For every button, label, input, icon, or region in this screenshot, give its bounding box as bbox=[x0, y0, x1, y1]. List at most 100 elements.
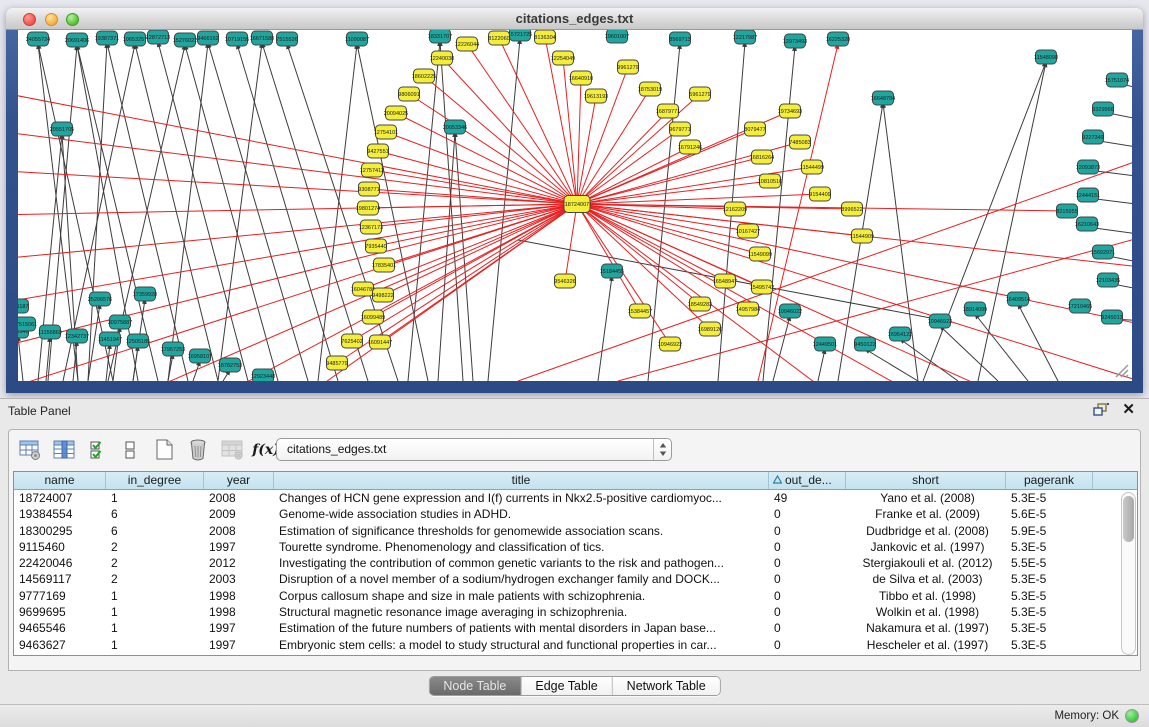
svg-text:8079477: 8079477 bbox=[744, 127, 765, 133]
table-row[interactable]: 946554611997Estimation of the future num… bbox=[14, 620, 1137, 636]
table-cell: Estimation of significance thresholds fo… bbox=[274, 523, 769, 539]
svg-text:8215955: 8215955 bbox=[1056, 209, 1077, 215]
table-cell: 5.3E-5 bbox=[1006, 571, 1093, 587]
table-toolbar: f(x) citations_edges.txt bbox=[9, 430, 1140, 470]
table-cell: Structural magnetic resonance image aver… bbox=[274, 604, 769, 620]
table-row[interactable]: 2242004622012Investigating the contribut… bbox=[14, 555, 1137, 571]
memory-status-label: Memory: OK bbox=[1054, 710, 1119, 722]
svg-text:7625402: 7625402 bbox=[341, 339, 362, 345]
table-cell: Yano et al. (2008) bbox=[846, 490, 1006, 506]
svg-text:9466162: 9466162 bbox=[197, 36, 218, 42]
canvas-resize-grip[interactable] bbox=[1116, 365, 1128, 377]
table-row[interactable]: 1830029562008Estimation of significance … bbox=[14, 523, 1137, 539]
table-cell: 22420046 bbox=[14, 555, 106, 571]
svg-text:20551705: 20551705 bbox=[50, 127, 74, 133]
svg-text:19801274: 19801274 bbox=[356, 206, 380, 212]
clear-checks-button[interactable] bbox=[117, 437, 143, 463]
chevron-updown-icon bbox=[653, 439, 671, 460]
table-panel-titlebar: Table Panel ✕ bbox=[0, 399, 1149, 423]
svg-text:30975887: 30975887 bbox=[108, 320, 132, 326]
column-header-short[interactable]: short bbox=[846, 472, 1006, 489]
svg-text:12754101: 12754101 bbox=[374, 130, 398, 136]
delete-table-button[interactable] bbox=[219, 437, 245, 463]
svg-text:18724007: 18724007 bbox=[565, 202, 589, 208]
table-row[interactable]: 977716911998Corpus callosum shape and si… bbox=[14, 588, 1137, 604]
table-cell: Changes of HCN gene expression and I(f) … bbox=[274, 490, 769, 506]
close-panel-icon[interactable]: ✕ bbox=[1122, 402, 1135, 418]
tab-network-table[interactable]: Network Table bbox=[613, 677, 720, 695]
svg-text:15384457: 15384457 bbox=[628, 309, 652, 315]
column-header-title[interactable]: title bbox=[274, 472, 769, 489]
table-cell: 0 bbox=[769, 620, 846, 636]
table-cell: 5.6E-5 bbox=[1006, 506, 1093, 522]
scrollbar-thumb[interactable] bbox=[1123, 496, 1134, 542]
table-cell: 0 bbox=[769, 555, 846, 571]
table-row[interactable]: 1456911722003Disruption of a novel membe… bbox=[14, 571, 1137, 587]
table-cell: Stergiakouli et al. (2012) bbox=[846, 555, 1006, 571]
svg-text:8122060: 8122060 bbox=[488, 36, 509, 42]
column-header-name[interactable]: name bbox=[14, 472, 106, 489]
network-window: citations_edges.txt 24055724206914061938… bbox=[6, 8, 1143, 393]
svg-text:19613193: 19613193 bbox=[584, 94, 608, 100]
svg-text:18753019: 18753019 bbox=[638, 87, 662, 93]
table-cell: Nakamura et al. (1997) bbox=[846, 620, 1006, 636]
table-cell: 0 bbox=[769, 604, 846, 620]
svg-text:17359928: 17359928 bbox=[133, 292, 157, 298]
table-cell: 0 bbox=[769, 506, 846, 522]
window-title-bar[interactable]: citations_edges.txt bbox=[6, 8, 1143, 30]
table-row[interactable]: 911546021997Tourette syndrome. Phenomeno… bbox=[14, 539, 1137, 555]
svg-text:12103435: 12103435 bbox=[1096, 278, 1120, 284]
table-row[interactable]: 969969511998Structural magnetic resonanc… bbox=[14, 604, 1137, 620]
tab-node-table[interactable]: Node Table bbox=[429, 677, 521, 695]
svg-text:19734693: 19734693 bbox=[778, 109, 802, 115]
new-table-button[interactable] bbox=[151, 437, 177, 463]
table-cell: 5.3E-5 bbox=[1006, 539, 1093, 555]
table-cell: 5.3E-5 bbox=[1006, 637, 1093, 653]
table-row[interactable]: 1872400712008Changes of HCN gene express… bbox=[14, 490, 1137, 506]
table-cell: 19384554 bbox=[14, 506, 106, 522]
column-header-in-degree[interactable]: in_degree bbox=[106, 472, 204, 489]
table-cell: 2003 bbox=[204, 571, 274, 587]
table-cell: 9465546 bbox=[14, 620, 106, 636]
table-cell: 0 bbox=[769, 523, 846, 539]
network-canvas[interactable]: 2405572420691406193873711065325712872713… bbox=[18, 30, 1132, 381]
column-header-out-de-[interactable]: out_de... bbox=[769, 472, 846, 489]
table-cell: Embryonic stem cells: a model to study s… bbox=[274, 637, 769, 653]
column-header-year[interactable]: year bbox=[204, 472, 274, 489]
table-row[interactable]: 946362711997Embryonic stem cells: a mode… bbox=[14, 637, 1137, 653]
table-row[interactable]: 1938455462009Genome-wide association stu… bbox=[14, 506, 1137, 522]
table-selector-dropdown[interactable]: citations_edges.txt bbox=[276, 438, 672, 461]
svg-text:17210465: 17210465 bbox=[1068, 304, 1092, 310]
svg-text:12449501: 12449501 bbox=[813, 342, 837, 348]
table-settings-button[interactable] bbox=[17, 437, 43, 463]
table-cell: 5.9E-5 bbox=[1006, 523, 1093, 539]
select-all-checks-button[interactable] bbox=[85, 437, 111, 463]
table-cell: 2 bbox=[106, 555, 204, 571]
svg-text:16640910: 16640910 bbox=[569, 76, 593, 82]
table-cell: 9777169 bbox=[14, 588, 106, 604]
svg-text:16989126: 16989126 bbox=[698, 327, 722, 333]
float-panel-icon[interactable] bbox=[1093, 403, 1109, 417]
svg-text:16548947: 16548947 bbox=[713, 279, 737, 285]
svg-text:12505185: 12505185 bbox=[126, 339, 150, 345]
svg-text:12367173: 12367173 bbox=[359, 225, 383, 231]
svg-text:17957253: 17957253 bbox=[161, 347, 185, 353]
select-column-button[interactable] bbox=[51, 437, 77, 463]
svg-text:9498222: 9498222 bbox=[372, 293, 393, 299]
delete-column-button[interactable] bbox=[185, 437, 211, 463]
table-cell: 18724007 bbox=[14, 490, 106, 506]
memory-status-indicator[interactable] bbox=[1125, 709, 1139, 723]
table-cell: Investigating the contribution of common… bbox=[274, 555, 769, 571]
svg-text:7935440: 7935440 bbox=[365, 244, 386, 250]
column-header-pagerank[interactable]: pagerank bbox=[1006, 472, 1093, 489]
tab-edge-table[interactable]: Edge Table bbox=[521, 677, 612, 695]
svg-text:16648784: 16648784 bbox=[871, 96, 895, 102]
vertical-scrollbar[interactable] bbox=[1121, 492, 1136, 655]
svg-text:18549283: 18549283 bbox=[688, 302, 712, 308]
table-cell: 18300295 bbox=[14, 523, 106, 539]
table-cell: Genome-wide association studies in ADHD. bbox=[274, 506, 769, 522]
svg-text:9308771: 9308771 bbox=[358, 187, 379, 193]
svg-text:10946922: 10946922 bbox=[658, 342, 682, 348]
table-cell: Dudbridge et al. (2008) bbox=[846, 523, 1006, 539]
table-cell: 0 bbox=[769, 637, 846, 653]
